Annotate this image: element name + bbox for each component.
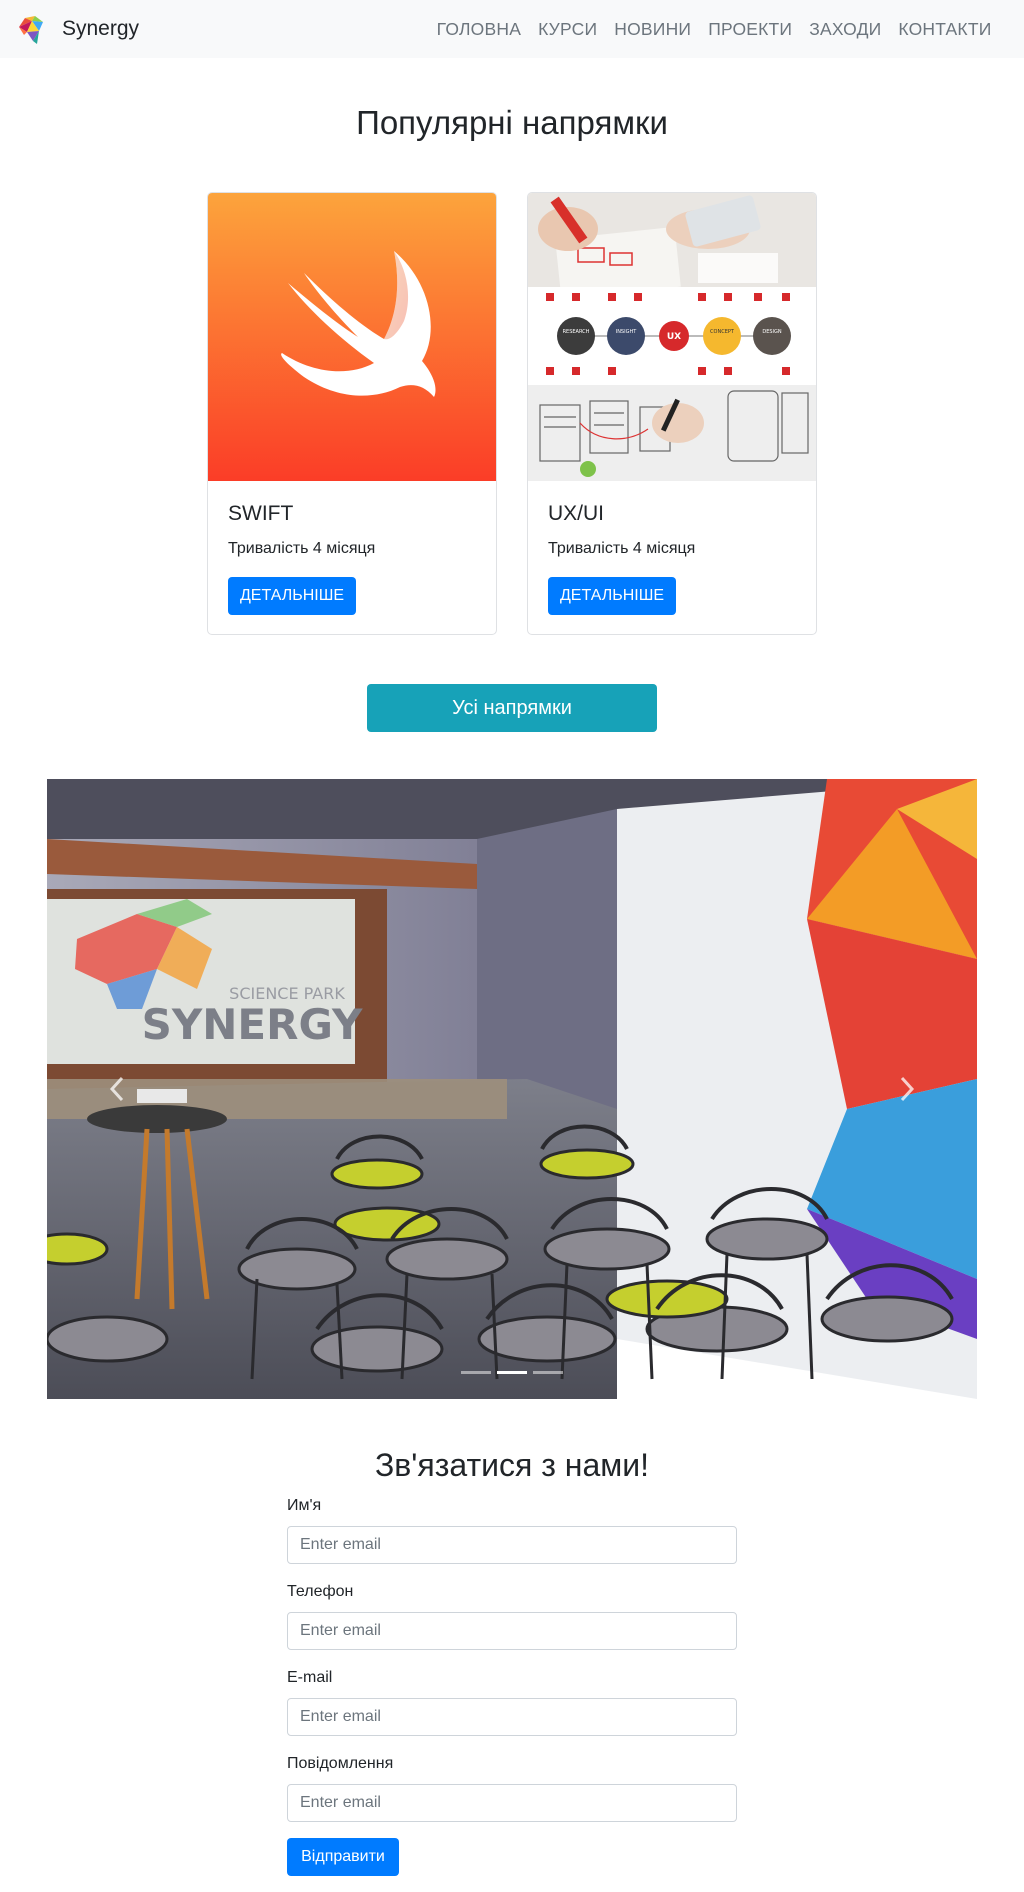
brand-name: Synergy: [62, 17, 140, 40]
card-title: UX/UI: [548, 502, 605, 525]
carousel-prev-button[interactable]: [87, 1059, 147, 1119]
classroom-photo: SCIENCE PARK SYNERGY: [47, 779, 977, 1399]
screen-text-main: SYNERGY: [142, 1000, 363, 1049]
diagram-label: UX: [667, 332, 681, 342]
nav-contacts[interactable]: КОНТАКТИ: [890, 19, 1000, 40]
card-duration: Тривалість 4 місяця: [548, 540, 696, 557]
phone-label: Телефон: [287, 1583, 354, 1600]
carousel-next-button[interactable]: [877, 1059, 937, 1119]
details-button[interactable]: ДЕТАЛЬНІШЕ: [228, 577, 356, 615]
swift-image: [208, 193, 496, 481]
carousel-indicators: [47, 1371, 977, 1374]
main-nav: ГОЛОВНА КУРСИ НОВИНИ ПРОЕКТИ ЗАХОДИ КОНТ…: [428, 0, 1000, 58]
submit-button[interactable]: Відправити: [287, 1838, 399, 1876]
carousel-indicator[interactable]: [461, 1371, 491, 1374]
all-directions-button[interactable]: Усі напрямки: [367, 684, 657, 732]
name-label: Им'я: [287, 1497, 322, 1514]
contact-title: Зв'язатися з нами!: [374, 1447, 650, 1483]
chevron-left-icon: [109, 1076, 124, 1102]
course-card-swift: SWIFT Тривалість 4 місяця ДЕТАЛЬНІШЕ: [207, 192, 497, 635]
photo-carousel: SCIENCE PARK SYNERGY: [47, 779, 977, 1399]
course-card-uxui: RESEARCH INSIGHT UX CONCEPT DESIGN UX/UI…: [527, 192, 817, 635]
card-title: SWIFT: [228, 502, 294, 525]
brain-logo-icon: [19, 15, 43, 44]
uxui-image: RESEARCH INSIGHT UX CONCEPT DESIGN: [528, 193, 816, 481]
email-label: E-mail: [287, 1669, 333, 1686]
ux-collage-image: RESEARCH INSIGHT UX CONCEPT DESIGN: [528, 193, 816, 481]
diagram-label: RESEARCH: [563, 329, 590, 335]
name-input[interactable]: [287, 1526, 737, 1564]
chevron-right-icon: [900, 1076, 915, 1102]
diagram-label: CONCEPT: [710, 329, 735, 335]
carousel-indicator-active[interactable]: [497, 1371, 527, 1374]
brand-link[interactable]: Synergy: [15, 12, 139, 46]
swift-logo-icon: [208, 193, 496, 481]
diagram-label: INSIGHT: [616, 329, 637, 335]
nav-news[interactable]: НОВИНИ: [606, 19, 700, 40]
message-input[interactable]: [287, 1784, 737, 1822]
nav-events[interactable]: ЗАХОДИ: [801, 19, 890, 40]
navbar: Synergy ГОЛОВНА КУРСИ НОВИНИ ПРОЕКТИ ЗАХ…: [0, 0, 1024, 58]
diagram-label: DESIGN: [762, 329, 782, 335]
nav-home[interactable]: ГОЛОВНА: [428, 19, 529, 40]
popular-title: Популярні напрямки: [356, 104, 668, 141]
carousel-indicator[interactable]: [533, 1371, 563, 1374]
email-input[interactable]: [287, 1698, 737, 1736]
message-label: Повідомлення: [287, 1755, 394, 1772]
nav-courses[interactable]: КУРСИ: [530, 19, 606, 40]
details-button[interactable]: ДЕТАЛЬНІШЕ: [548, 577, 676, 615]
phone-input[interactable]: [287, 1612, 737, 1650]
card-duration: Тривалість 4 місяця: [228, 540, 376, 557]
nav-projects[interactable]: ПРОЕКТИ: [700, 19, 801, 40]
